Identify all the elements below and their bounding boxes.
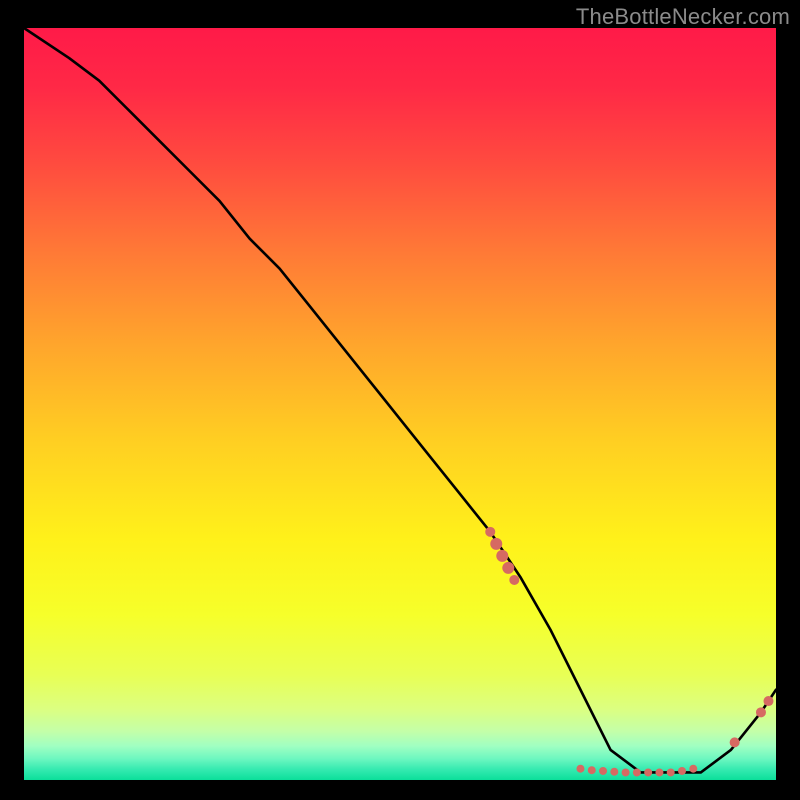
marker-point xyxy=(576,765,584,773)
chart-root: TheBottleNecker.com xyxy=(0,0,800,800)
marker-point xyxy=(730,737,740,747)
watermark-label: TheBottleNecker.com xyxy=(576,4,790,30)
marker-point xyxy=(588,766,596,774)
marker-point xyxy=(509,575,519,585)
marker-point xyxy=(622,768,630,776)
marker-point xyxy=(763,696,773,706)
marker-point xyxy=(689,765,697,773)
marker-point xyxy=(667,768,675,776)
marker-point xyxy=(678,767,686,775)
plot-area xyxy=(24,28,776,780)
marker-point xyxy=(610,768,618,776)
marker-point xyxy=(599,767,607,775)
marker-point xyxy=(485,527,495,537)
marker-point xyxy=(502,562,514,574)
marker-point xyxy=(644,768,652,776)
marker-point xyxy=(633,768,641,776)
highlight-points xyxy=(485,527,773,777)
marker-point xyxy=(756,707,766,717)
marker-point xyxy=(655,768,663,776)
data-layer xyxy=(24,28,776,780)
bottleneck-curve xyxy=(24,28,776,772)
marker-point xyxy=(490,538,502,550)
marker-point xyxy=(496,550,508,562)
